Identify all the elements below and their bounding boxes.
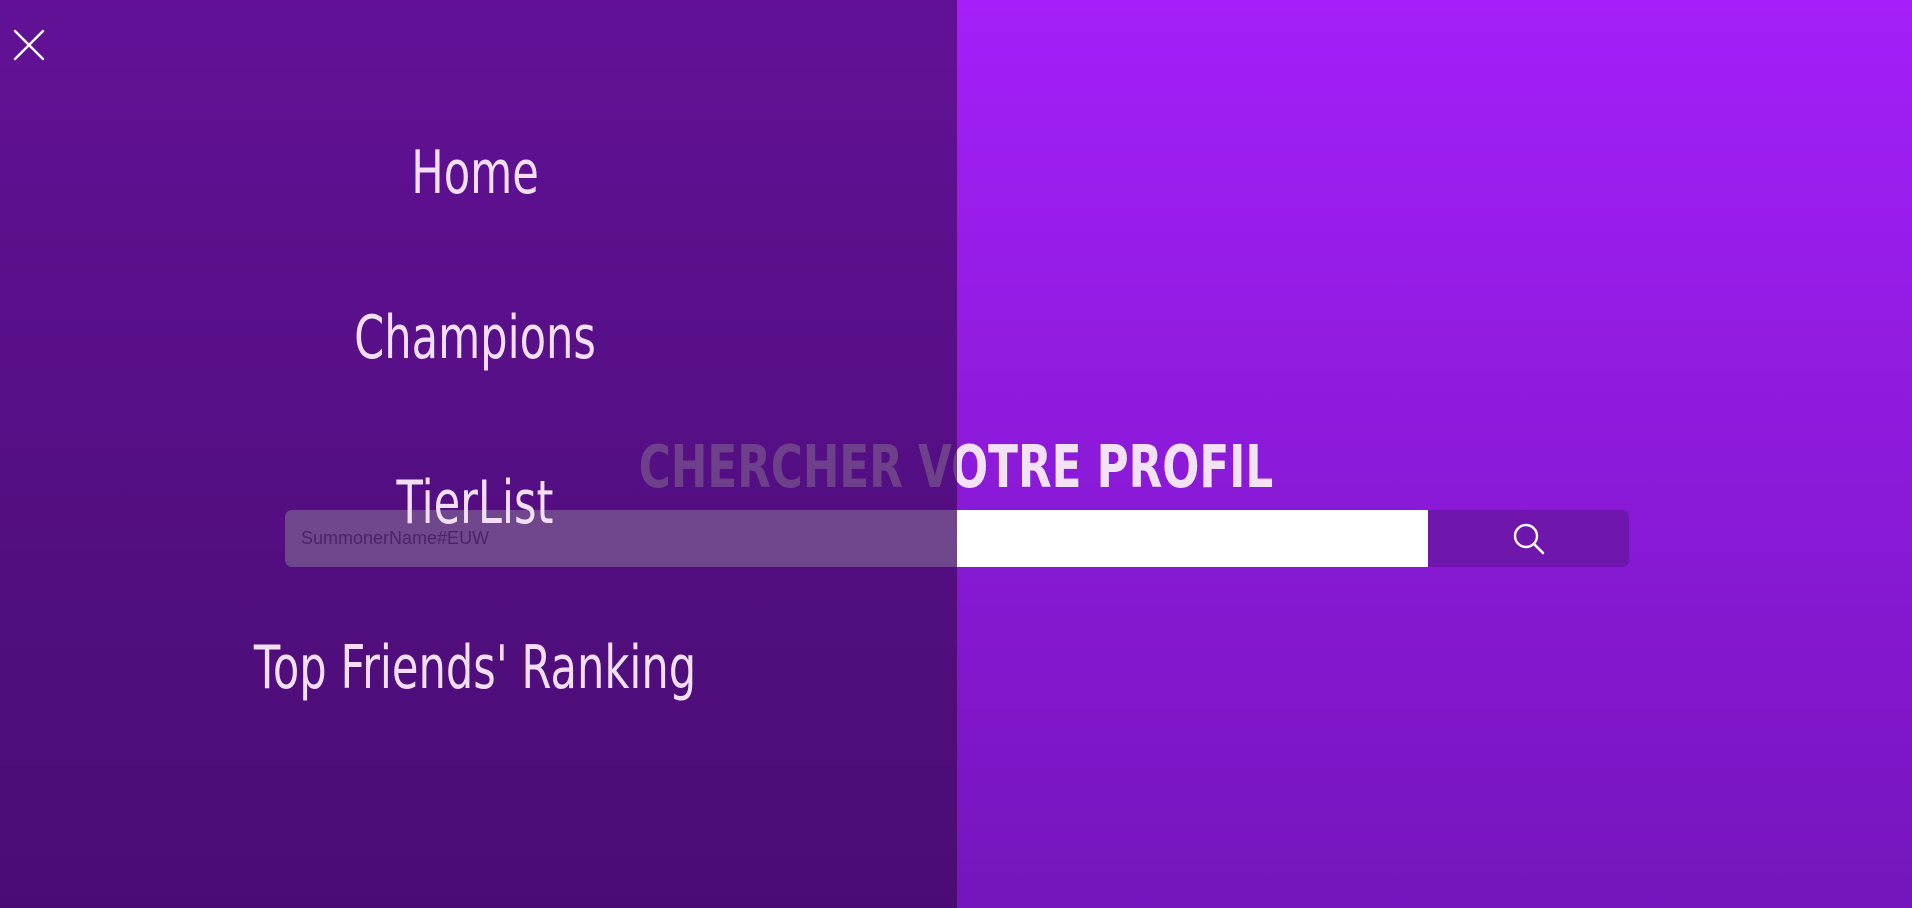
nav-item-top-friends-ranking[interactable]: Top Friends' Ranking — [133, 628, 817, 708]
side-nav-drawer: Home Champions TierList Top Friends' Ran… — [0, 0, 957, 908]
search-button[interactable] — [1428, 510, 1629, 567]
nav-item-home[interactable]: Home — [133, 133, 817, 213]
search-icon — [1512, 522, 1546, 556]
nav-menu: Home Champions TierList Top Friends' Ran… — [0, 0, 950, 908]
nav-item-tierlist[interactable]: TierList — [133, 463, 817, 543]
nav-item-champions[interactable]: Champions — [133, 298, 817, 378]
